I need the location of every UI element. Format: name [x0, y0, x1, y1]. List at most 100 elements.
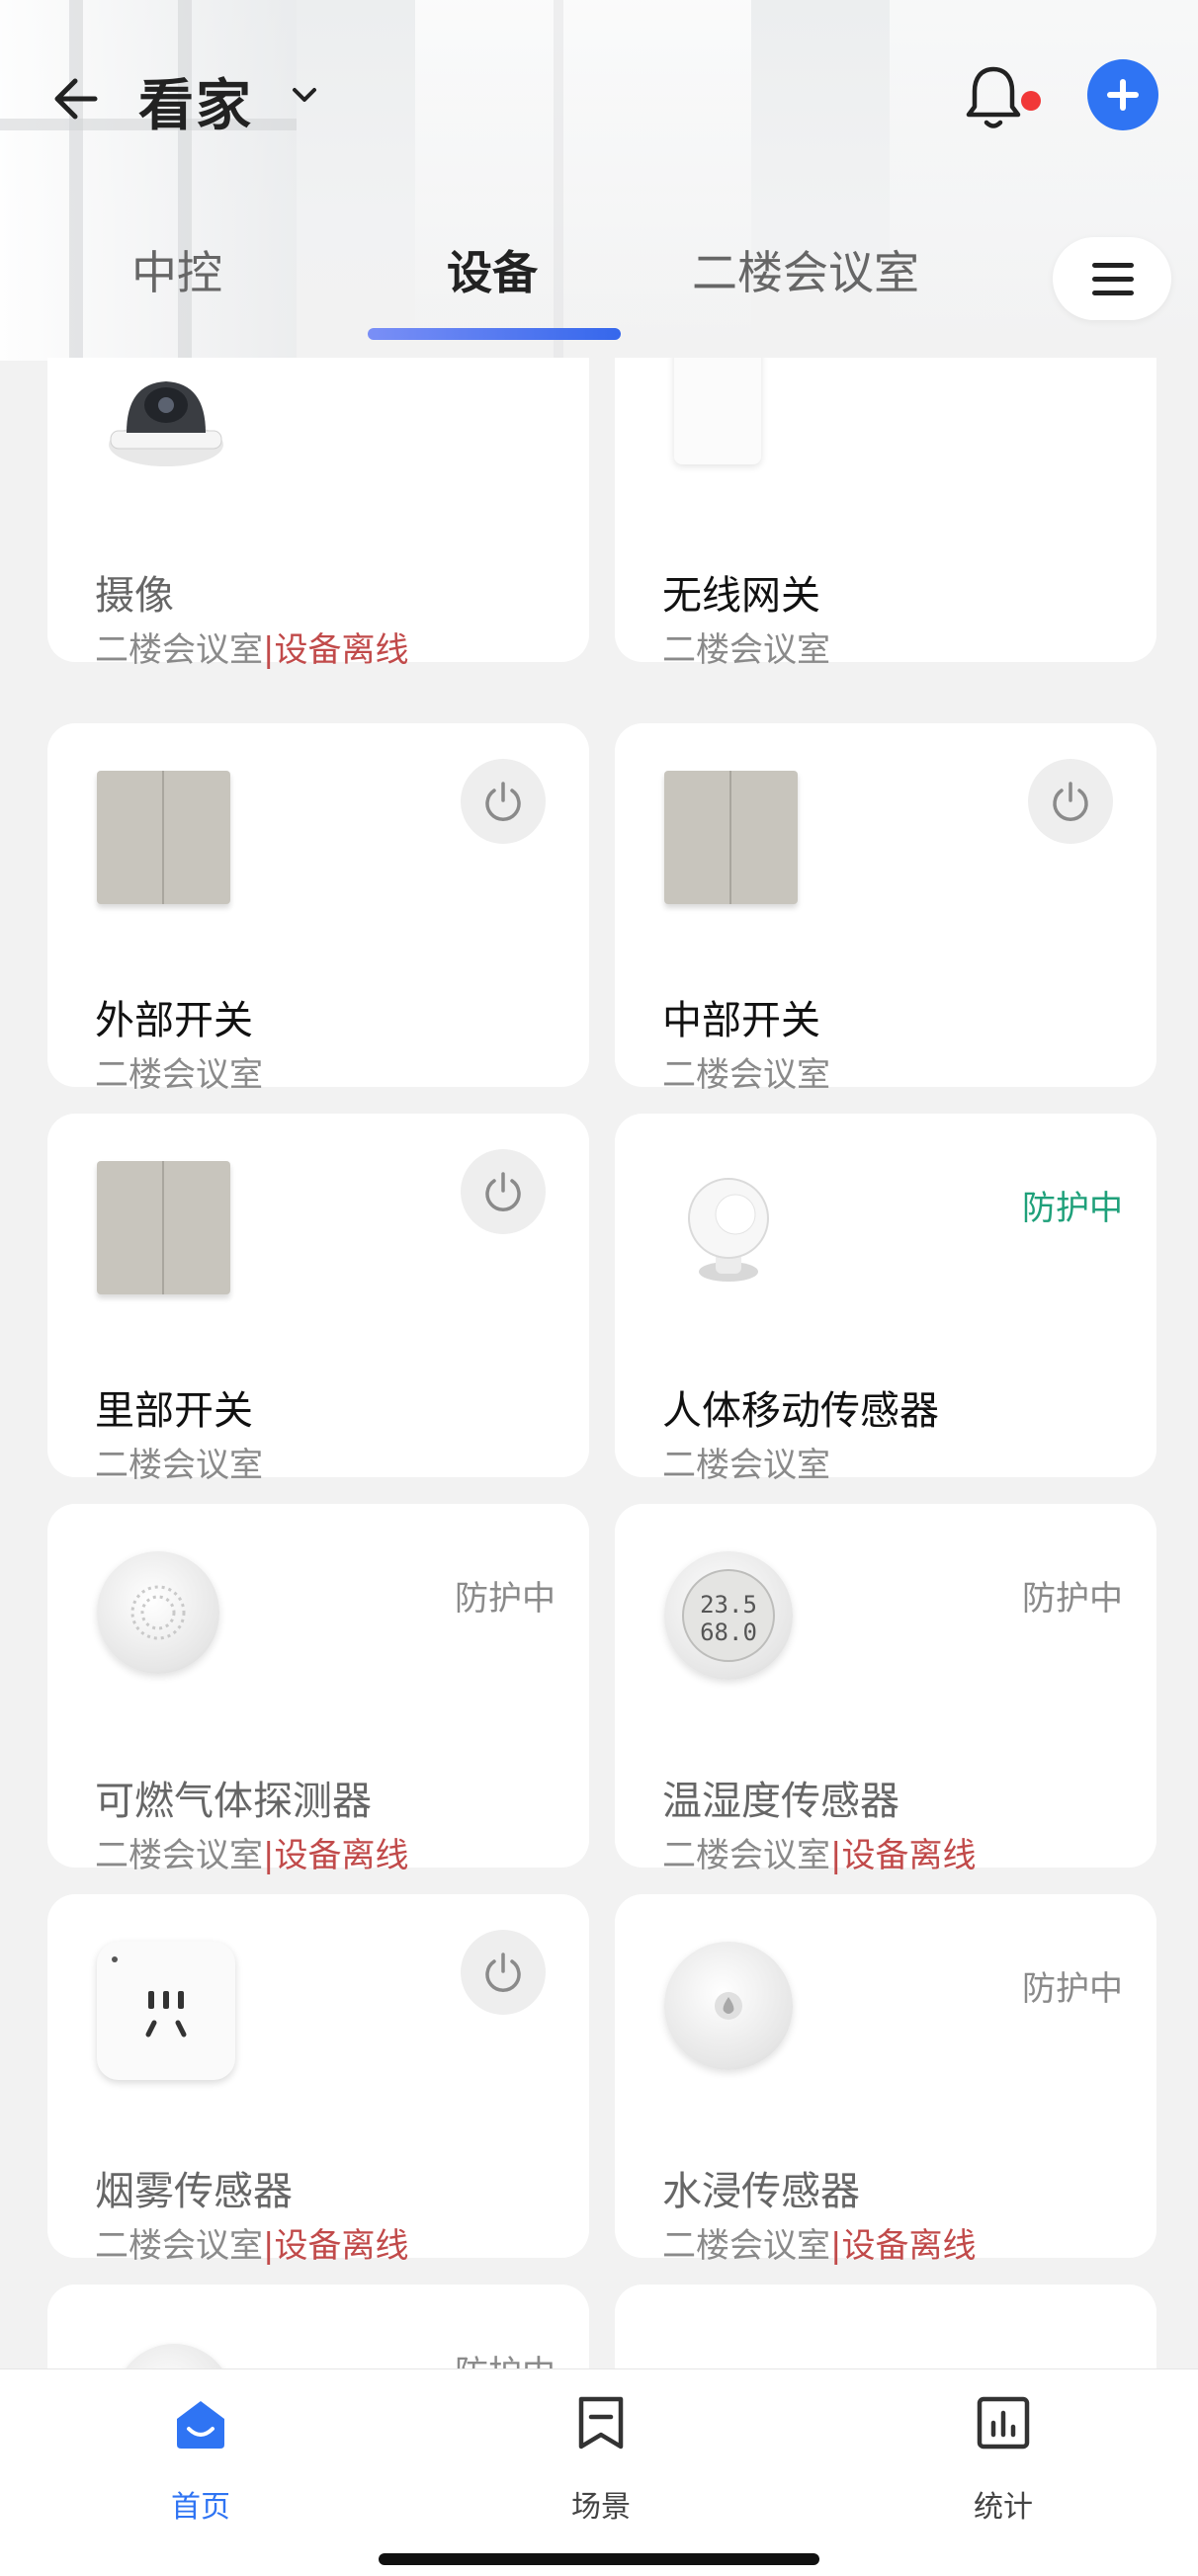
offline-status: 设备离线	[274, 630, 409, 670]
scene-icon	[578, 2396, 624, 2450]
notification-dot	[1021, 91, 1041, 111]
device-name: 人体移动传感器	[662, 1388, 939, 1434]
room-label: 二楼会议室	[95, 2226, 263, 2266]
bottom-nav: 首页 场景 统计	[0, 2368, 1198, 2576]
power-button[interactable]	[461, 1930, 546, 2015]
offline-status: 设备离线	[274, 1836, 409, 1875]
tab-devices[interactable]: 设备	[447, 237, 538, 302]
humidity-readout: 68.0	[700, 1619, 757, 1646]
nav-home[interactable]: 首页	[102, 2393, 300, 2525]
temperature-readout: 23.5	[700, 1591, 757, 1619]
device-card[interactable]: 防护中 可燃气体探测器 二楼会议室|设备离线	[47, 1504, 589, 1875]
thermo-hygrometer-icon: 23.5 68.0	[664, 1551, 793, 1680]
device-room: 二楼会议室|设备离线	[662, 2218, 976, 2267]
nav-home-label: 首页	[171, 2490, 230, 2525]
protection-status: 防护中	[1022, 1189, 1123, 1228]
home-icon	[177, 2401, 224, 2449]
status-separator: |	[263, 2226, 275, 2266]
device-card[interactable]: 防护中	[47, 2285, 589, 2368]
device-name: 外部开关	[95, 998, 253, 1043]
tab-bar: 中控 设备 二楼会议室	[0, 217, 1198, 346]
device-room: 二楼会议室|设备离线	[662, 1828, 976, 1876]
status-separator: |	[263, 1836, 275, 1875]
nav-scene[interactable]: 场景	[502, 2393, 700, 2525]
home-indicator	[379, 2553, 819, 2565]
device-room: 二楼会议室	[662, 623, 830, 671]
power-icon	[1053, 782, 1088, 821]
room-label: 二楼会议室	[95, 630, 263, 670]
device-room: 二楼会议室|设备离线	[95, 1828, 408, 1876]
back-arrow-icon[interactable]	[49, 69, 109, 128]
power-icon	[485, 1953, 521, 1992]
bell-icon[interactable]	[959, 59, 1028, 138]
tab-central-control[interactable]: 中控	[131, 237, 222, 302]
device-grid: 摄像 二楼会议室|设备离线 无线网关 二楼会议室 外部开关 二楼会议室 中部开关…	[0, 358, 1198, 2368]
wall-switch-icon	[97, 1161, 230, 1294]
protection-status: 防护中	[1022, 1969, 1123, 2009]
add-device-button[interactable]	[1087, 59, 1158, 130]
device-card[interactable]: 里部开关 二楼会议室	[47, 1114, 589, 1485]
room-label: 二楼会议室	[95, 1836, 263, 1875]
gateway-icon	[674, 358, 761, 464]
device-room: 二楼会议室	[95, 1438, 263, 1486]
protection-status: 防护中	[1022, 1579, 1123, 1619]
active-tab-indicator	[368, 328, 621, 340]
power-button[interactable]	[461, 1149, 546, 1234]
offline-status: 设备离线	[841, 2226, 977, 2266]
device-card[interactable]: 外部开关 二楼会议室	[47, 723, 589, 1095]
device-name: 可燃气体探测器	[95, 1779, 372, 1824]
camera-icon	[97, 358, 230, 479]
motion-sensor-icon	[664, 1161, 798, 1294]
device-card[interactable]: 烟雾传感器 二楼会议室|设备离线	[47, 1894, 589, 2266]
device-name: 温湿度传感器	[662, 1779, 899, 1824]
device-card[interactable]: 无线网关 二楼会议室	[615, 358, 1156, 670]
nav-stats[interactable]: 统计	[904, 2393, 1102, 2525]
device-name: 水浸传感器	[662, 2169, 860, 2214]
room-label: 二楼会议室	[662, 2226, 830, 2266]
device-name: 烟雾传感器	[95, 2169, 293, 2214]
wall-switch-icon	[664, 771, 798, 904]
status-separator: |	[263, 630, 275, 670]
device-image	[115, 2344, 233, 2368]
power-icon	[485, 782, 521, 821]
power-button[interactable]	[1028, 759, 1113, 844]
device-card[interactable]: 防护中 水浸传感器 二楼会议室|设备离线	[615, 1894, 1156, 2266]
device-room: 二楼会议室	[662, 1438, 830, 1486]
tab-room[interactable]: 二楼会议室	[692, 237, 919, 302]
status-separator: |	[830, 2226, 842, 2266]
device-room: 二楼会议室|设备离线	[95, 623, 408, 671]
device-card[interactable]: 摄像 二楼会议室|设备离线	[47, 358, 589, 670]
protection-status: 防护中	[455, 2346, 556, 2368]
gas-detector-icon	[97, 1551, 219, 1674]
device-card[interactable]	[615, 2285, 1156, 2368]
device-card[interactable]: 23.5 68.0 防护中 温湿度传感器 二楼会议室|设备离线	[615, 1504, 1156, 1875]
room-label: 二楼会议室	[662, 1446, 830, 1485]
water-sensor-icon	[664, 1942, 793, 2070]
device-room: 二楼会议室|设备离线	[95, 2218, 408, 2267]
device-name: 摄像	[95, 573, 174, 619]
nav-scene-label: 场景	[571, 2490, 631, 2525]
device-name: 无线网关	[662, 573, 820, 619]
device-card[interactable]: 中部开关 二楼会议室	[615, 723, 1156, 1095]
device-card[interactable]: 防护中 人体移动传感器 二楼会议室	[615, 1114, 1156, 1485]
smart-plug-icon	[97, 1942, 235, 2080]
power-button[interactable]	[461, 759, 546, 844]
wall-switch-icon	[97, 771, 230, 904]
room-label: 二楼会议室	[662, 1055, 830, 1095]
device-name: 里部开关	[95, 1388, 253, 1434]
room-label: 二楼会议室	[95, 1055, 263, 1095]
power-icon	[485, 1172, 521, 1211]
stats-icon	[977, 2396, 1030, 2450]
protection-status: 防护中	[455, 1579, 556, 1619]
offline-status: 设备离线	[841, 1836, 977, 1875]
status-separator: |	[830, 1836, 842, 1875]
room-label: 二楼会议室	[662, 630, 830, 670]
top-bar: 看家	[0, 40, 1198, 148]
device-name: 中部开关	[662, 998, 820, 1043]
room-label: 二楼会议室	[662, 1836, 830, 1875]
offline-status: 设备离线	[274, 2226, 409, 2266]
device-room: 二楼会议室	[662, 1047, 830, 1096]
chevron-down-icon[interactable]	[287, 77, 322, 113]
menu-button[interactable]	[1053, 237, 1171, 320]
home-title[interactable]: 看家	[138, 61, 253, 141]
